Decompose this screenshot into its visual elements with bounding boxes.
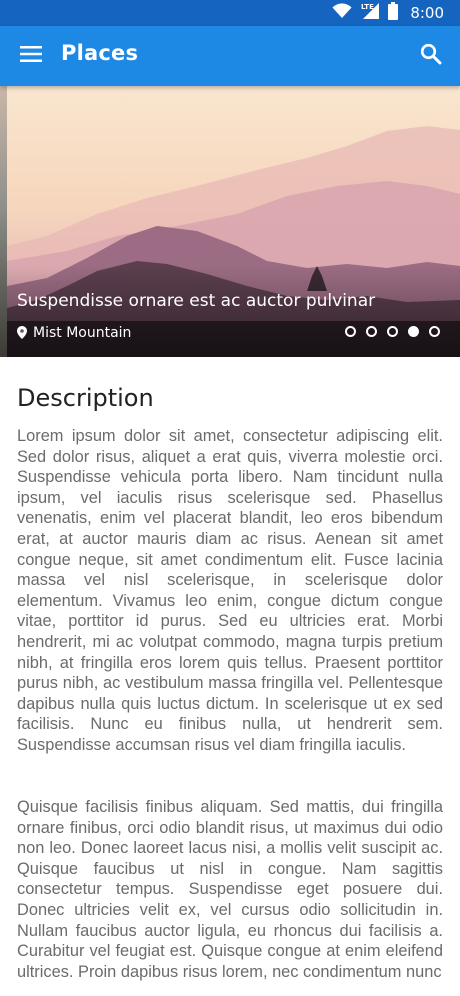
hero-location: Mist Mountain — [17, 324, 131, 342]
page-dot[interactable] — [387, 326, 398, 337]
app-bar: Places — [0, 26, 460, 86]
previous-slide-peek[interactable] — [0, 86, 7, 357]
status-bar: LTE 8:00 — [0, 0, 460, 26]
description-paragraph: Quisque facilisis finibus aliquam. Sed m… — [17, 798, 443, 981]
page-title: Places — [61, 41, 139, 65]
page-dot[interactable] — [345, 326, 356, 337]
battery-icon — [388, 2, 399, 24]
hero-scrim — [7, 266, 460, 357]
menu-icon — [20, 46, 42, 66]
page-dot-active[interactable] — [408, 326, 419, 337]
status-time: 8:00 — [410, 4, 444, 22]
network-type-label: LTE — [361, 3, 374, 11]
menu-button[interactable] — [16, 41, 46, 71]
location-pin-icon — [17, 324, 27, 343]
description-heading: Description — [17, 384, 154, 412]
search-icon — [420, 43, 442, 69]
hero-title: Suspendisse ornare est ac auctor pulvina… — [17, 291, 376, 311]
cellular-signal-icon: LTE — [360, 2, 380, 24]
page-dot[interactable] — [429, 326, 440, 337]
description-paragraph: Lorem ipsum dolor sit amet, consectetur … — [17, 427, 443, 754]
search-button[interactable] — [416, 41, 446, 71]
page-dot[interactable] — [366, 326, 377, 337]
location-label: Mist Mountain — [33, 325, 132, 341]
page-indicator — [345, 326, 440, 337]
status-icons: LTE 8:00 — [332, 2, 444, 24]
image-carousel[interactable]: Suspendisse ornare est ac auctor pulvina… — [0, 86, 460, 357]
wifi-icon — [332, 3, 352, 23]
